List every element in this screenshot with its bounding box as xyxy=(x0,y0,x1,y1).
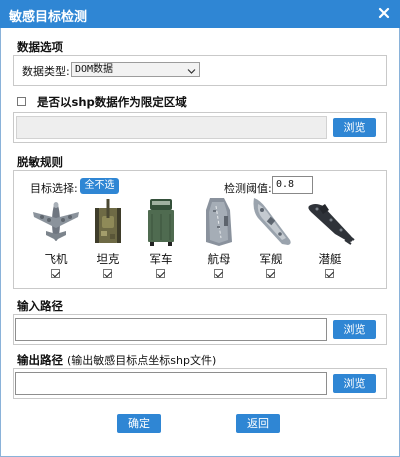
target-carrier: 航母 xyxy=(193,196,245,284)
target-checkbox-tank[interactable] xyxy=(103,269,112,278)
target-label: 飞机 xyxy=(44,252,68,266)
chevron-down-icon xyxy=(187,66,196,79)
target-label: 坦克 xyxy=(96,252,120,266)
shp-region-checkbox[interactable] xyxy=(17,97,26,106)
output-path-input[interactable] xyxy=(15,372,327,395)
target-label: 潜艇 xyxy=(318,252,342,266)
output-browse-button[interactable]: 浏览 xyxy=(333,374,376,393)
shp-path-text[interactable] xyxy=(17,117,326,138)
target-truck: 军车 xyxy=(135,196,187,284)
airplane-icon xyxy=(33,202,79,241)
target-airplane: 飞机 xyxy=(30,196,82,284)
output-path-hint: (输出敏感目标点坐标shp文件) xyxy=(67,354,217,367)
aircraft-carrier-icon xyxy=(206,198,232,246)
target-label: 军舰 xyxy=(259,252,283,266)
data-type-label: 数据类型: xyxy=(22,65,70,78)
tank-icon xyxy=(95,199,121,243)
shp-region-label: 是否以shp数据作为限定区域 xyxy=(37,95,187,109)
target-checkbox-carrier[interactable] xyxy=(214,269,223,278)
data-type-value: DOM数据 xyxy=(75,64,114,75)
threshold-input[interactable]: 0.8 xyxy=(272,176,313,194)
title-bar: 敏感目标检测 xyxy=(0,0,400,28)
input-browse-button[interactable]: 浏览 xyxy=(333,320,376,339)
target-label: 航母 xyxy=(207,252,231,266)
rules-title: 脱敏规则 xyxy=(17,155,63,169)
deselect-all-button[interactable]: 全不选 xyxy=(80,178,119,194)
target-submarine: 潜艇 xyxy=(304,196,356,284)
back-button[interactable]: 返回 xyxy=(236,414,280,433)
input-path-title: 输入路径 xyxy=(17,299,63,313)
data-options-title: 数据选项 xyxy=(17,40,63,54)
close-icon[interactable] xyxy=(376,5,392,21)
data-type-select[interactable]: DOM数据 xyxy=(71,62,200,77)
shp-path-input[interactable] xyxy=(16,116,327,139)
target-checkbox-airplane[interactable] xyxy=(51,269,60,278)
submarine-icon xyxy=(308,204,355,245)
shp-browse-button[interactable]: 浏览 xyxy=(333,118,376,137)
window-title: 敏感目标检测 xyxy=(9,10,88,25)
target-select-label: 目标选择: xyxy=(30,182,78,195)
output-path-title: 输出路径 (输出敏感目标点坐标shp文件) xyxy=(17,352,216,368)
confirm-button[interactable]: 确定 xyxy=(117,414,161,433)
target-label: 军车 xyxy=(149,252,173,266)
target-checkbox-warship[interactable] xyxy=(266,269,275,278)
target-checkbox-truck[interactable] xyxy=(156,269,165,278)
warship-icon xyxy=(253,198,291,245)
input-path-input[interactable] xyxy=(15,318,327,341)
target-checkbox-submarine[interactable] xyxy=(325,269,334,278)
output-path-text[interactable] xyxy=(16,373,326,394)
military-truck-icon xyxy=(148,199,174,246)
input-path-text[interactable] xyxy=(16,319,326,340)
threshold-label: 检测阈值: xyxy=(224,182,272,195)
output-path-label: 输出路径 xyxy=(17,353,63,367)
target-warship: 军舰 xyxy=(245,196,297,284)
target-tank: 坦克 xyxy=(82,196,134,284)
